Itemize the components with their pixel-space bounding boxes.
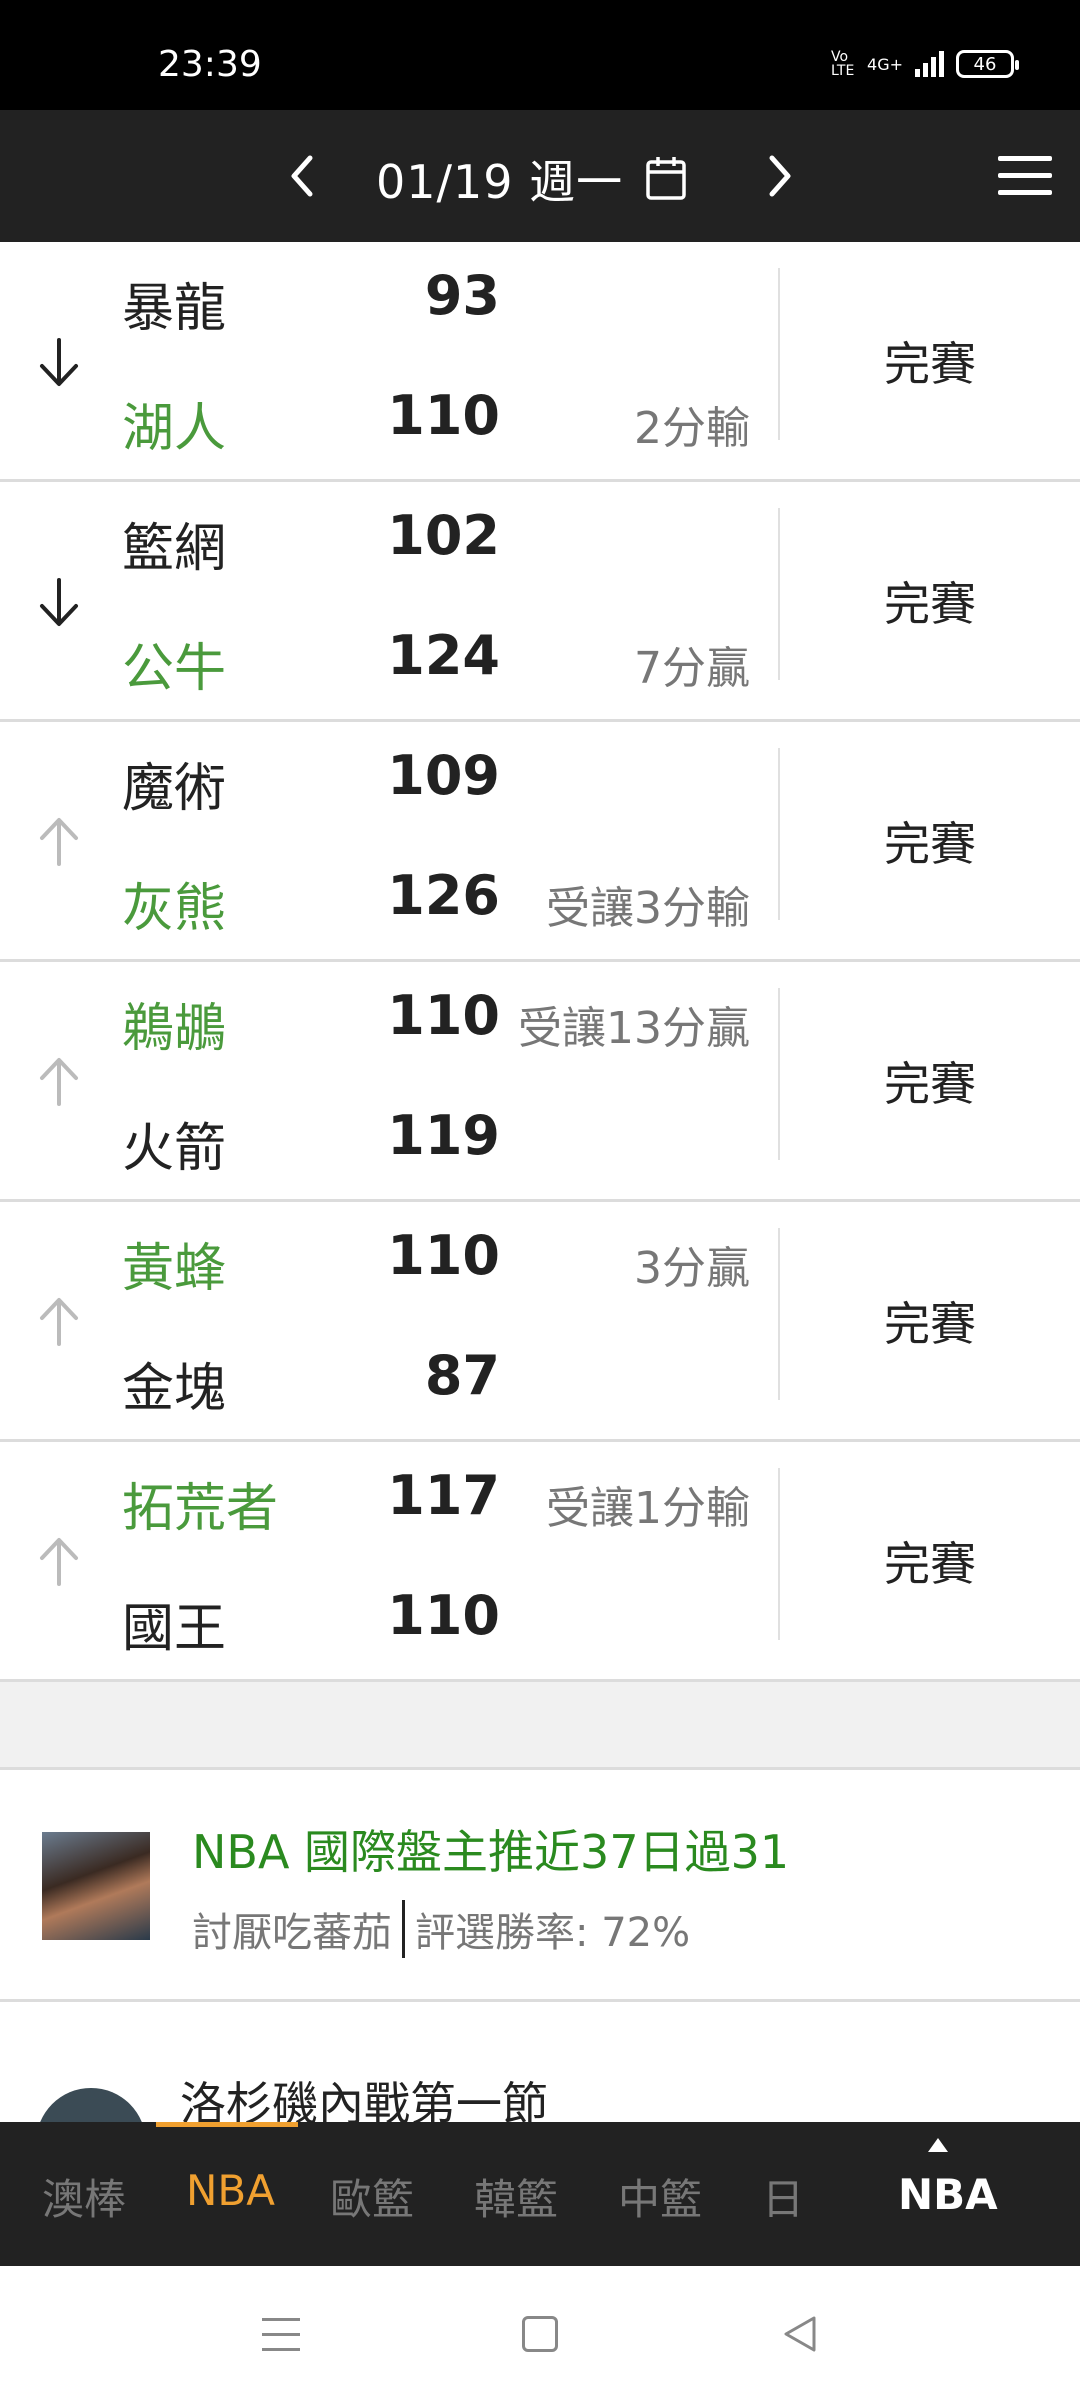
arrow-up-icon	[40, 1538, 78, 1586]
back-icon[interactable]	[780, 2314, 820, 2354]
team-score: 119	[387, 1104, 500, 1167]
arrow-up-icon	[40, 818, 78, 866]
team-name: 魔術	[122, 759, 227, 819]
author-avatar	[42, 1832, 150, 1940]
game-status: 完賽	[884, 337, 976, 391]
header-date[interactable]: 01/19 週一	[376, 146, 623, 212]
menu-icon[interactable]	[998, 156, 1052, 196]
arrow-down-icon	[40, 578, 78, 626]
team-score: 110	[387, 384, 500, 447]
tab-china-basketball[interactable]: 中籃	[618, 2166, 702, 2227]
network-label: 4G+	[867, 54, 903, 74]
caret-up-icon	[928, 2138, 948, 2152]
team-score: 110	[387, 1224, 500, 1287]
home-icon[interactable]	[522, 2316, 558, 2352]
section-gap	[0, 1682, 1080, 1770]
team-score: 117	[387, 1464, 500, 1527]
team-score: 102	[387, 504, 500, 567]
active-tab-indicator	[156, 2122, 298, 2127]
current-league-selector[interactable]: NBA	[898, 2170, 998, 2219]
game-row[interactable]: 暴龍 93 湖人 110 2分輸 完賽	[0, 242, 1080, 482]
game-row[interactable]: 籃網 102 公牛 124 7分贏 完賽	[0, 482, 1080, 722]
tab-japan[interactable]: 日	[762, 2166, 804, 2227]
arrow-down-icon	[40, 338, 78, 386]
team-name: 湖人	[122, 399, 227, 459]
team-score: 110	[387, 984, 500, 1047]
bet-result: 2分輸	[634, 403, 750, 454]
team-score: 87	[424, 1344, 500, 1407]
team-name: 灰熊	[122, 879, 227, 939]
team-name: 公牛	[122, 639, 227, 699]
chevron-right-icon[interactable]	[760, 148, 800, 204]
team-score: 110	[387, 1584, 500, 1647]
game-list: 暴龍 93 湖人 110 2分輸 完賽 籃網 102 公牛 124 7分贏 完賽 魔術 109 灰熊 126 受…	[0, 242, 1080, 1682]
article-item[interactable]: NBA 國際盤主推近37日過31 討厭吃蕃茄 評選勝率: 72%	[0, 1770, 1080, 2002]
bet-result: 受讓13分贏	[518, 1003, 750, 1054]
bet-result: 3分贏	[634, 1243, 750, 1294]
team-name: 拓荒者	[122, 1479, 279, 1539]
article-title[interactable]: 洛杉磯內戰第一節	[180, 2068, 548, 2122]
team-score: 93	[424, 264, 500, 327]
bet-result: 受讓1分輸	[546, 1483, 750, 1534]
game-row[interactable]: 黃蜂 110 3分贏金塊 87 完賽	[0, 1202, 1080, 1442]
team-name: 暴龍	[122, 279, 227, 339]
league-tab-bar: 澳棒 NBA 歐籃 韓籃 中籃 日 NBA	[0, 2122, 1080, 2266]
tab-korea-basketball[interactable]: 韓籃	[474, 2166, 558, 2227]
game-status: 完賽	[884, 1297, 976, 1351]
tab-euro-basketball[interactable]: 歐籃	[330, 2166, 414, 2227]
article-win-rate: 評選勝率: 72%	[415, 1910, 691, 1956]
system-nav-bar	[0, 2266, 1080, 2400]
arrow-up-icon	[40, 1058, 78, 1106]
game-status: 完賽	[884, 817, 976, 871]
team-name: 鵜鶘	[122, 999, 227, 1059]
article-item[interactable]: 洛杉磯內戰第一節	[0, 2002, 1080, 2122]
game-row[interactable]: 拓荒者 117 受讓1分輸國王 110 完賽	[0, 1442, 1080, 1682]
team-name: 火箭	[122, 1119, 227, 1179]
battery-icon: 46	[956, 50, 1019, 78]
bet-result: 受讓3分輸	[546, 883, 750, 934]
recent-apps-icon[interactable]	[262, 2318, 300, 2354]
article-title[interactable]: NBA 國際盤主推近37日過31	[192, 1816, 789, 1882]
article-meta: 討厭吃蕃茄 評選勝率: 72%	[192, 1900, 690, 1958]
game-status: 完賽	[884, 1537, 976, 1591]
calendar-icon[interactable]	[644, 154, 688, 202]
signal-icon	[915, 51, 944, 77]
team-score: 126	[387, 864, 500, 927]
tab-aus-baseball[interactable]: 澳棒	[42, 2166, 126, 2227]
team-name: 金塊	[122, 1359, 227, 1419]
team-score: 124	[387, 624, 500, 687]
arrow-up-icon	[40, 1298, 78, 1346]
game-status: 完賽	[884, 1057, 976, 1111]
article-author: 討厭吃蕃茄	[192, 1910, 392, 1956]
game-row[interactable]: 魔術 109 灰熊 126 受讓3分輸 完賽	[0, 722, 1080, 962]
tab-nba[interactable]: NBA	[186, 2166, 275, 2215]
game-status: 完賽	[884, 577, 976, 631]
volte-icon: Vo LTE	[831, 49, 855, 79]
team-name: 籃網	[122, 519, 227, 579]
status-bar: 23:39 Vo LTE 4G+ 46	[0, 0, 1080, 110]
battery-level: 46	[973, 53, 997, 75]
bet-result: 7分贏	[634, 643, 750, 694]
author-avatar	[36, 2088, 146, 2122]
team-score: 109	[387, 744, 500, 807]
team-name: 國王	[122, 1599, 227, 1659]
date-header: 01/19 週一	[0, 110, 1080, 242]
status-time: 23:39	[158, 44, 262, 85]
meta-divider	[402, 1900, 405, 1958]
game-row[interactable]: 鵜鶘 110 受讓13分贏火箭 119 完賽	[0, 962, 1080, 1202]
team-name: 黃蜂	[122, 1239, 227, 1299]
chevron-left-icon[interactable]	[282, 148, 322, 204]
status-icons: Vo LTE 4G+ 46	[831, 49, 1019, 79]
